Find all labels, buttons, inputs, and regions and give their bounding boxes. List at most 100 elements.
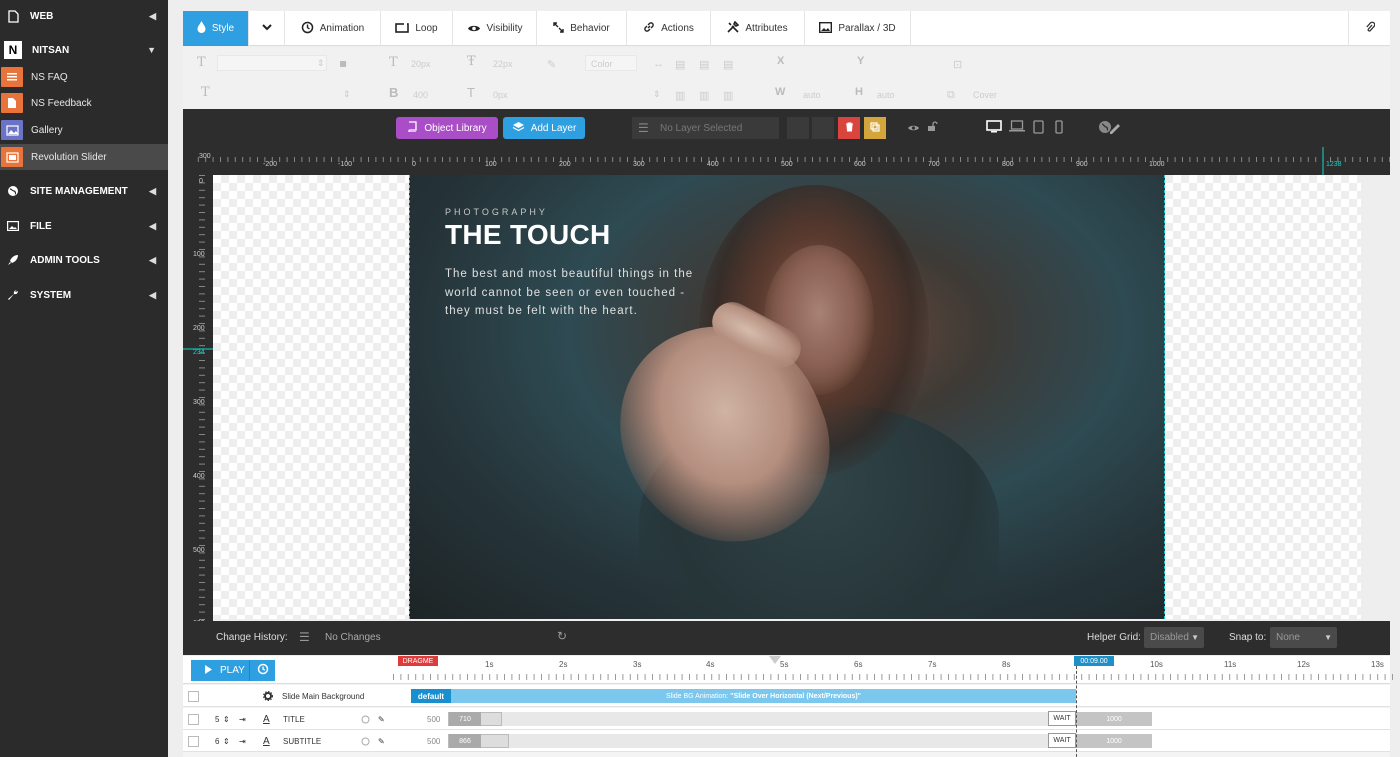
layer-number[interactable]: 6: [215, 730, 219, 752]
gear-icon[interactable]: [263, 685, 273, 707]
valign-middle-icon[interactable]: ▥: [699, 89, 709, 102]
layer-duration[interactable]: 1000: [1076, 712, 1152, 726]
wait-label[interactable]: WAIT: [1048, 733, 1076, 748]
align-end-icon[interactable]: ⇥: [239, 708, 246, 730]
cover-select[interactable]: Cover: [973, 90, 997, 100]
text-layer-icon: A: [263, 713, 270, 725]
undo-icon[interactable]: ↻: [557, 629, 567, 643]
globe-edit-icon[interactable]: [1098, 120, 1122, 137]
tab-actions[interactable]: Actions: [627, 11, 711, 46]
sidebar-subitem-ns-faq[interactable]: NS FAQ: [0, 64, 168, 90]
align-end-icon[interactable]: ⇥: [239, 730, 246, 752]
change-history-value[interactable]: No Changes: [325, 632, 381, 643]
sidebar-item-web[interactable]: WEB ◀: [0, 3, 168, 29]
valign-bottom-icon[interactable]: ▥: [723, 89, 733, 102]
tab-parallax-3d[interactable]: Parallax / 3D: [805, 11, 911, 46]
position-icon: ⊡: [953, 59, 963, 71]
sidebar-item-nitsan[interactable]: N NITSAN ▼: [0, 37, 168, 63]
wait-label[interactable]: WAIT: [1048, 711, 1076, 726]
snap-to-label: Snap to:: [1229, 632, 1267, 643]
layer-timeline-bar: [448, 734, 1048, 748]
layer-action-button[interactable]: [812, 117, 834, 139]
sidebar-subitem-gallery[interactable]: Gallery: [0, 117, 168, 143]
snap-to-select[interactable]: None ▼: [1270, 627, 1337, 648]
font-weight-value[interactable]: 400: [413, 90, 428, 100]
pin-toolbar-button[interactable]: [1348, 11, 1390, 46]
layer-speed[interactable]: 866: [449, 734, 481, 748]
width-value[interactable]: auto: [803, 90, 821, 100]
line-height-value[interactable]: 22px: [493, 59, 513, 69]
row-checkbox[interactable]: [188, 713, 199, 725]
layer-timeline-bar: [448, 712, 1048, 726]
align-center-icon[interactable]: ▤: [699, 58, 709, 71]
row-checkbox[interactable]: [188, 735, 199, 747]
time-tick: 3s: [633, 660, 642, 669]
font-size-value[interactable]: 20px: [411, 59, 431, 69]
tab-visibility[interactable]: Visibility: [453, 11, 537, 46]
time-tick: 12s: [1297, 660, 1310, 669]
phone-icon[interactable]: [1055, 120, 1063, 137]
font-family-select[interactable]: [217, 55, 327, 71]
add-layer-button[interactable]: Add Layer: [503, 117, 585, 139]
desktop-icon[interactable]: [986, 120, 1002, 136]
book-icon: [407, 121, 418, 135]
layer-duration[interactable]: 1000: [1076, 734, 1152, 748]
timeline-row-title[interactable]: 5 ⇕ ⇥ A TITLE ✎ 500 710 WAIT 1000: [183, 708, 1390, 730]
sidebar-subitem-ns-feedback[interactable]: NS Feedback: [0, 90, 168, 116]
circle-icon[interactable]: [361, 708, 370, 730]
timeline-cursor-time[interactable]: 00:09.00: [1074, 656, 1114, 666]
tab-style-dropdown[interactable]: [249, 11, 285, 46]
slide-canvas[interactable]: PHOTOGRAPHY THE TOUCH The best and most …: [409, 175, 1165, 619]
default-badge[interactable]: default: [411, 689, 451, 703]
layer-number[interactable]: 5: [215, 708, 219, 730]
slide-title-layer[interactable]: THE TOUCH: [445, 219, 611, 251]
ruler-label: 200: [559, 161, 571, 168]
tab-loop[interactable]: Loop: [381, 11, 453, 46]
slide-kicker-layer[interactable]: PHOTOGRAPHY: [445, 207, 548, 217]
layer-speed[interactable]: 710: [449, 712, 481, 726]
duplicate-layer-button[interactable]: [864, 117, 886, 139]
save-icon[interactable]: ▪: [339, 56, 347, 70]
timeline-row-background[interactable]: Slide Main Background default Slide BG A…: [183, 685, 1390, 707]
layer-name[interactable]: SUBTITLE: [283, 730, 321, 752]
ruler-label: 600: [854, 161, 866, 168]
unlock-icon[interactable]: [927, 120, 938, 135]
sidebar-subitem-revolution-slider[interactable]: Revolution Slider: [0, 144, 168, 170]
file-icon: [6, 9, 20, 23]
dragme-marker[interactable]: DRAGME: [398, 656, 438, 666]
height-value[interactable]: auto: [877, 90, 895, 100]
row-checkbox[interactable]: [188, 690, 199, 702]
align-left-icon[interactable]: ▤: [675, 58, 685, 71]
tab-animation[interactable]: Animation: [285, 11, 381, 46]
valign-top-icon[interactable]: ▥: [675, 89, 685, 102]
layer-name[interactable]: TITLE: [283, 708, 305, 730]
object-library-button[interactable]: Object Library: [396, 117, 498, 139]
pencil-icon[interactable]: ✎: [378, 708, 385, 730]
letter-spacing-value[interactable]: 0px: [493, 90, 508, 100]
delete-layer-button[interactable]: [838, 117, 860, 139]
history-icon[interactable]: [257, 663, 269, 678]
laptop-icon[interactable]: [1009, 120, 1025, 135]
tab-attributes[interactable]: Attributes: [711, 11, 805, 46]
tab-behavior[interactable]: Behavior: [537, 11, 627, 46]
sidebar-item-file[interactable]: FILE ◀: [0, 213, 168, 239]
tablet-icon[interactable]: [1033, 120, 1044, 137]
sidebar-item-site-management[interactable]: SITE MANAGEMENT ◀: [0, 178, 168, 204]
layer-select[interactable]: ☰ No Layer Selected: [632, 117, 779, 139]
sidebar-item-admin-tools[interactable]: ADMIN TOOLS ◀: [0, 247, 168, 273]
layer-action-button[interactable]: [787, 117, 809, 139]
sidebar-item-label: SITE MANAGEMENT: [30, 185, 128, 197]
timeline-row-subtitle[interactable]: 6 ⇕ ⇥ A SUBTITLE ✎ 500 866 WAIT 1000: [183, 730, 1390, 752]
pencil-icon[interactable]: ✎: [378, 730, 385, 752]
tab-style[interactable]: Style: [183, 11, 249, 46]
y-label: Y: [857, 55, 865, 67]
play-button[interactable]: PLAY: [191, 660, 275, 681]
align-right-icon[interactable]: ▤: [723, 58, 733, 71]
slide-subtitle-layer[interactable]: The best and most beautiful things in th…: [445, 265, 705, 321]
helper-grid-select[interactable]: Disabled ▼: [1144, 627, 1204, 648]
slide-bg-animation-bar[interactable]: Slide BG Animation: "Slide Over Horizont…: [451, 689, 1076, 703]
sidebar-item-system[interactable]: SYSTEM ◀: [0, 282, 168, 308]
wrench-icon: [6, 288, 20, 302]
eye-icon[interactable]: [907, 120, 920, 135]
circle-icon[interactable]: [361, 730, 370, 752]
